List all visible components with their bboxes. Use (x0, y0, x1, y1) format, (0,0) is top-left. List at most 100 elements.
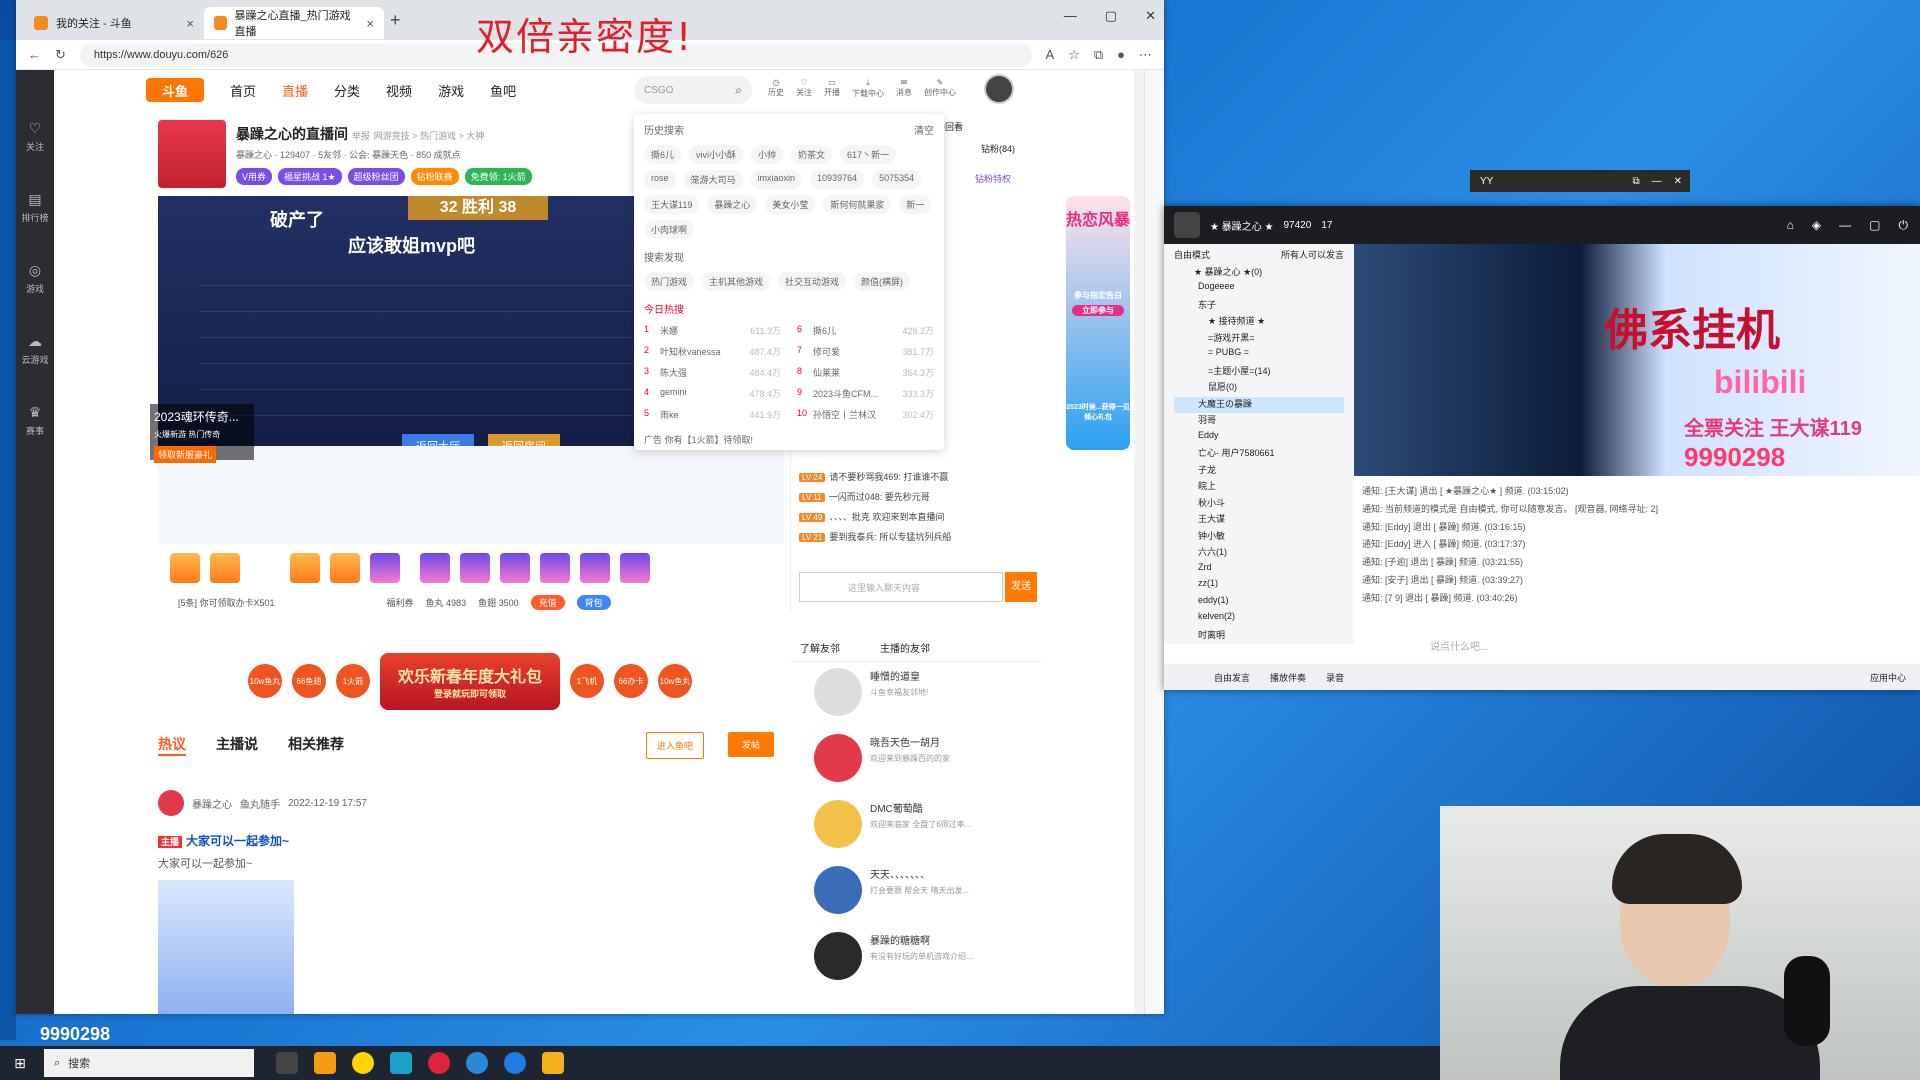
collections-icon[interactable]: ⧉ (1094, 47, 1103, 63)
favorite-icon[interactable]: ☆ (1068, 47, 1080, 63)
nav-fishbar[interactable]: 鱼吧 (490, 81, 516, 100)
reload-icon[interactable]: ↻ (55, 47, 66, 63)
maximize-icon[interactable]: ▢ (1105, 8, 1117, 24)
edge-icon[interactable] (504, 1052, 526, 1074)
charge-button[interactable]: 充值 (530, 594, 565, 610)
hot-item[interactable]: 8 仙莱莱 364.3万 (797, 366, 934, 379)
superfan-badge[interactable]: 超级粉丝团 (347, 168, 405, 185)
free-gift-badge[interactable]: 免费领: 1火箭 (464, 168, 532, 185)
join-fishbar-button[interactable]: 进入鱼吧 (646, 732, 705, 759)
streamer-avatar[interactable] (158, 120, 226, 188)
read-aloud-icon[interactable]: A (1046, 47, 1055, 62)
history-chip[interactable]: 奶茶文 (791, 145, 833, 164)
history-chip[interactable]: rose (644, 170, 676, 189)
tree-item[interactable]: 鼠愿(0) (1174, 380, 1344, 397)
history-chip[interactable]: 撕6儿 (644, 145, 682, 164)
report-link[interactable]: 举报 (352, 131, 370, 141)
discover-chip[interactable]: 社交互动游戏 (778, 272, 847, 291)
tree-item[interactable]: 钟小敏 (1174, 529, 1344, 546)
task-view-icon[interactable] (276, 1052, 298, 1074)
close-tab-icon[interactable]: × (186, 16, 194, 31)
tree-item[interactable]: kelven(2) (1174, 611, 1344, 628)
history-chip[interactable]: 新一 (899, 195, 932, 214)
rail-item-game[interactable]: ◎ 游戏 (16, 262, 54, 295)
tree-item[interactable]: zz(1) (1174, 578, 1344, 595)
tab-hot[interactable]: 热议 (158, 734, 186, 756)
download-button[interactable]: ⤓ 下载中心 (852, 78, 884, 99)
record-button[interactable]: 录音 (1326, 671, 1344, 684)
tree-item[interactable]: 王大谋 (1174, 512, 1344, 529)
tree-item[interactable]: 六六(1) (1174, 545, 1344, 562)
new-tab-button[interactable]: + (390, 10, 401, 31)
tab-diamond-fans[interactable]: 钻粉(84) (981, 142, 1015, 155)
app-center-button[interactable]: 应用中心 (1870, 671, 1920, 684)
play-music-button[interactable]: 播放伴奏 (1270, 671, 1306, 684)
message-button[interactable]: ✉ 消息 (896, 78, 912, 99)
rail-item-follow[interactable]: ♡ 关注 (16, 120, 54, 153)
app-icon[interactable] (428, 1052, 450, 1074)
rail-item-match[interactable]: ♛ 赛事 (16, 404, 54, 437)
history-chip[interactable]: 王大谋119 (644, 195, 700, 214)
hot-item[interactable]: 9 2023斗鱼CFM... 333.3万 (797, 387, 934, 400)
floating-ad[interactable]: 热恋风暴 参与指定告白 立即参与 2023时侯...获得一见倾心礼包 (1066, 196, 1130, 450)
history-chip[interactable]: 5075354 (872, 170, 922, 189)
tree-item[interactable]: ★ 接待频道 ★ (1174, 314, 1344, 331)
gift-item[interactable] (620, 553, 650, 583)
app-icon[interactable] (352, 1052, 374, 1074)
taskbar-search[interactable]: ⌕ 搜索 (44, 1049, 254, 1077)
tree-item[interactable]: ★ 暴躁之心 ★(0) (1174, 265, 1344, 282)
history-chip[interactable]: 617丶新一 (840, 145, 897, 164)
discover-chip[interactable]: 热门游戏 (644, 272, 695, 291)
history-button[interactable]: ◷ 历史 (768, 78, 784, 99)
clear-history-button[interactable]: 清空 (914, 122, 934, 137)
hot-item[interactable]: 5 雨ke 441.9万 (644, 408, 781, 421)
author-avatar[interactable] (158, 790, 184, 816)
follow-button[interactable]: ♡ 关注 (796, 78, 812, 99)
page-scrollbar[interactable] (1134, 70, 1144, 1014)
hot-item[interactable]: 1 米娜 611.3万 (644, 324, 781, 337)
friend-item[interactable]: 睡憎的道皇 斗鱼幸福友邻地! (814, 668, 928, 716)
hot-item[interactable]: 2 叶知秋vanessa 487.4万 (644, 345, 781, 358)
history-chip[interactable]: 小帅 (751, 145, 784, 164)
douyu-logo[interactable]: 斗鱼 (146, 78, 204, 102)
tree-item[interactable]: 子龙 (1174, 463, 1344, 480)
gift-item[interactable] (330, 553, 360, 583)
friend-item[interactable]: 暴躁的糖糖啊 有没有好玩的单机游戏介绍... (814, 932, 973, 980)
task-text[interactable]: [5条] 你可领取办卡X501 (178, 596, 275, 609)
promo-button[interactable]: 领取新服豪礼 (154, 446, 217, 463)
history-chip[interactable]: imxiaoxin (750, 170, 803, 189)
free-speak-button[interactable]: 自由发言 (1214, 671, 1250, 684)
chat-input[interactable]: 这里输入聊天内容 (799, 572, 1003, 602)
browser-tab-2[interactable]: 暴躁之心直播_热门游戏直播 × (204, 7, 384, 39)
tab-about-friends[interactable]: 了解友邻 (800, 640, 840, 655)
search-icon[interactable]: ⌕ (735, 83, 742, 98)
tab-streamer-friends[interactable]: 主播的友邻 (880, 640, 930, 655)
friend-item[interactable]: 晓吾天色一胡月 欢迎来到暴躁百的的家 (814, 734, 950, 782)
tree-item[interactable]: 皖上 (1174, 479, 1344, 496)
tree-item[interactable]: 羽哥 (1174, 413, 1344, 430)
history-chip[interactable]: 斯何何就果浆 (823, 195, 892, 214)
rail-item-cloud-game[interactable]: ☁ 云游戏 (16, 333, 54, 366)
coupon-badge[interactable]: V用券 (236, 168, 273, 185)
history-chip[interactable]: 美女小莹 (765, 195, 816, 214)
app-icon[interactable] (542, 1052, 564, 1074)
start-button[interactable]: ⊞ (0, 1055, 40, 1072)
game-icon[interactable]: ◈ (1812, 218, 1821, 233)
post-title[interactable]: 主播 大家可以一起参加~ (158, 832, 289, 849)
hot-item[interactable]: 4 gemini 478.4万 (644, 387, 781, 400)
dropdown-ad[interactable]: 广告 你有【1火箭】待领取! (644, 433, 934, 446)
nav-home[interactable]: 首页 (230, 81, 256, 100)
minimize-icon[interactable]: — (1064, 8, 1077, 24)
nav-game[interactable]: 游戏 (438, 81, 464, 100)
gift-item[interactable] (460, 553, 490, 583)
gift-item[interactable] (170, 553, 200, 583)
author-name[interactable]: 暴躁之心 (192, 796, 232, 811)
pin-icon[interactable]: ⧉ (1632, 176, 1639, 187)
tree-item[interactable]: 秋小斗 (1174, 496, 1344, 513)
minimize-icon[interactable]: — (1652, 176, 1662, 187)
tree-item[interactable]: Eddy (1174, 430, 1344, 447)
friend-item[interactable]: 天天、、、、、、、 打会要跟 帮会天 晴天出发... (814, 866, 969, 914)
nav-video[interactable]: 视频 (386, 81, 412, 100)
user-avatar[interactable] (984, 74, 1014, 104)
discover-chip[interactable]: 主机其他游戏 (702, 272, 771, 291)
